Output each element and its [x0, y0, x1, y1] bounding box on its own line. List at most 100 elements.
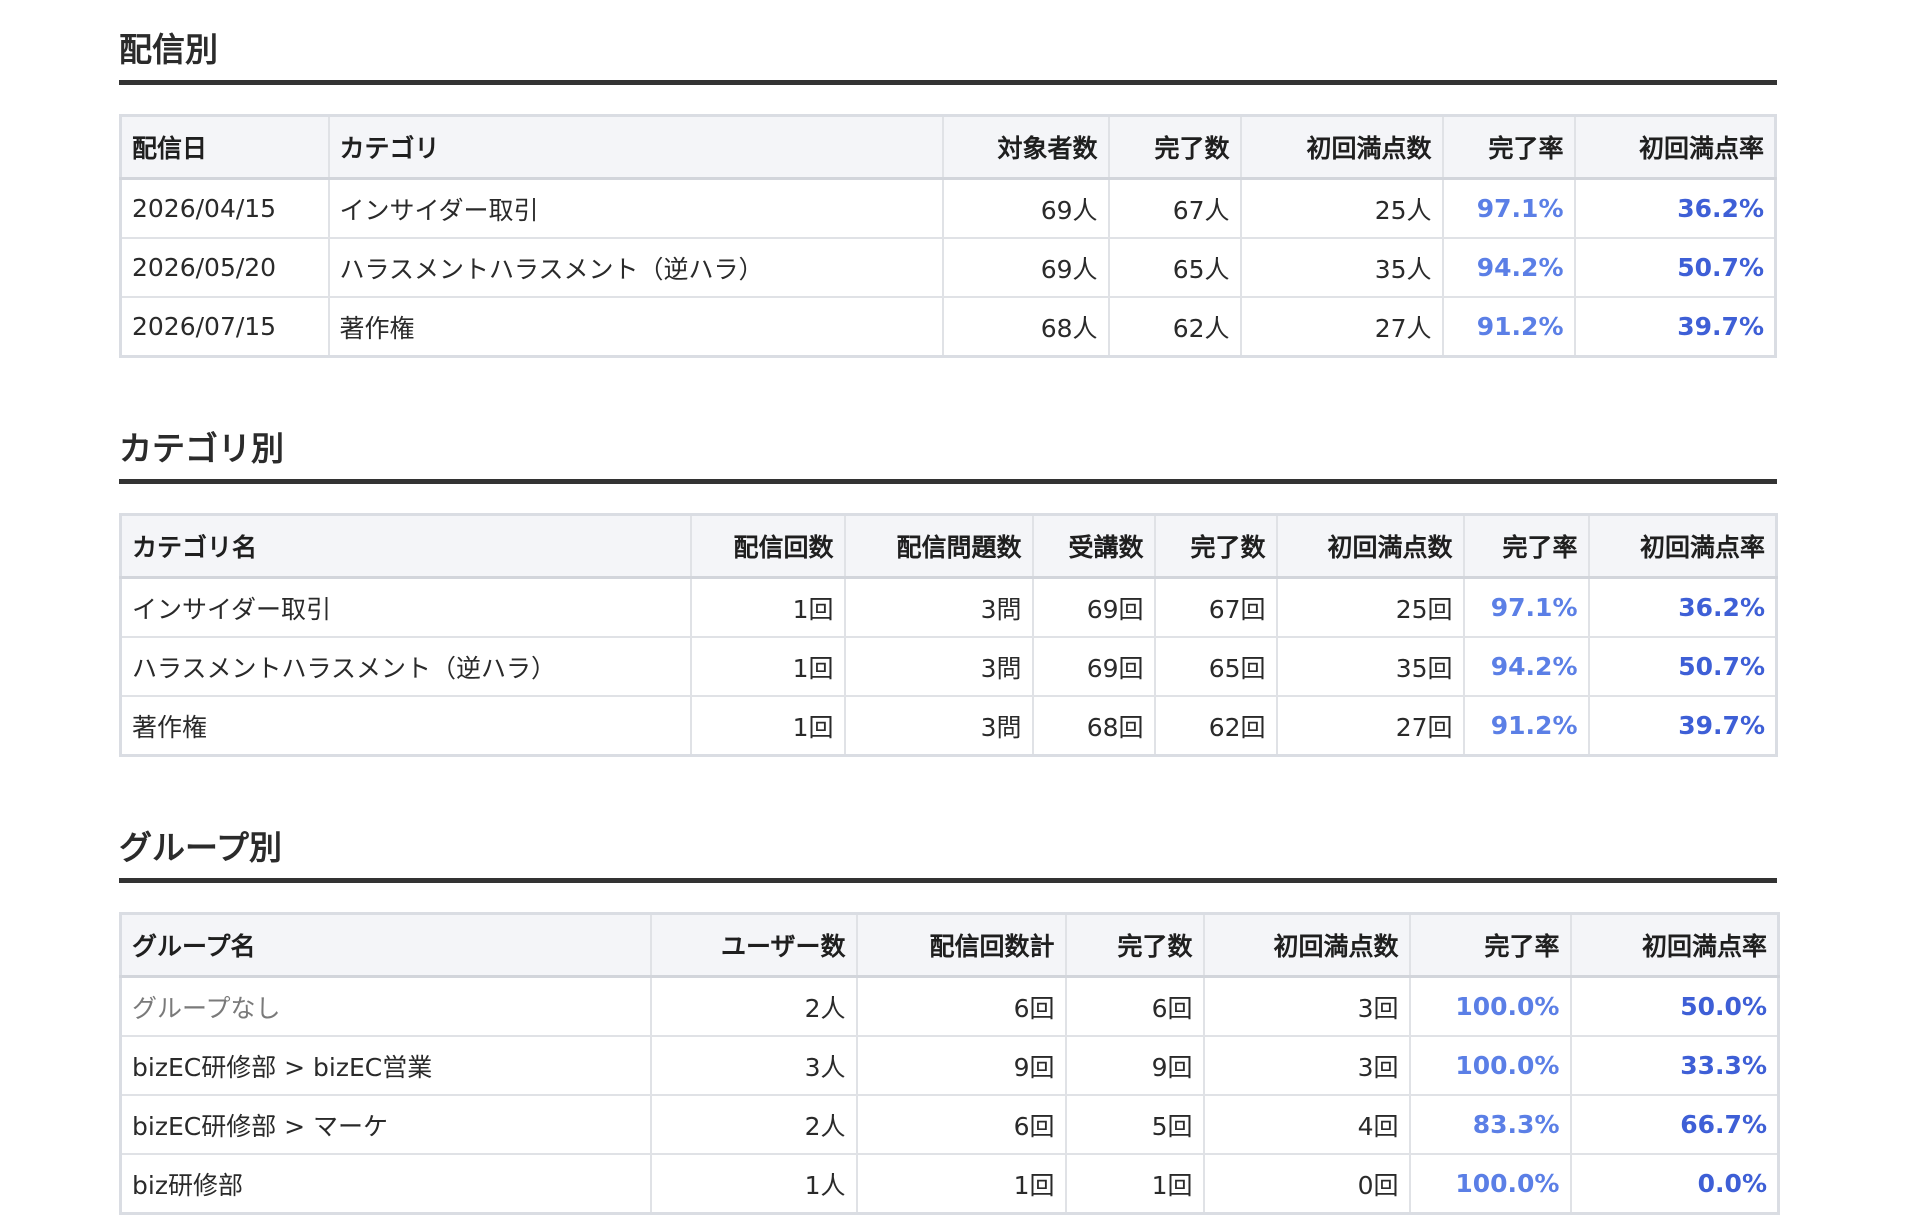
user-count: 2人 — [649, 1094, 858, 1155]
target-count: 69人 — [941, 177, 1110, 239]
table-row: bizEC研修部 > マーケ 2人 6回 5回 4回 83.3% 66.7% — [119, 1094, 1780, 1155]
delivery-total: 1回 — [855, 1153, 1067, 1215]
delivery-count: 1回 — [689, 636, 846, 697]
first-perfect-rate: 36.2% — [1587, 576, 1778, 638]
completion-rate: 91.2% — [1462, 695, 1590, 757]
user-count: 2人 — [649, 975, 858, 1037]
category-name: インサイダー取引 — [327, 177, 944, 239]
first-perfect-count: 25回 — [1275, 576, 1465, 638]
completed-count: 6回 — [1064, 975, 1205, 1037]
column-header[interactable]: 完了数 — [1064, 912, 1205, 978]
table-header-row: 配信日 カテゴリ 対象者数 完了数 初回満点数 完了率 初回満点率 — [119, 114, 1777, 180]
delivery-date: 2026/05/20 — [119, 237, 330, 298]
first-perfect-rate: 50.7% — [1587, 636, 1778, 697]
delivery-total: 9回 — [855, 1035, 1067, 1096]
completion-rate: 100.0% — [1408, 1153, 1572, 1215]
attendance-count: 68回 — [1031, 695, 1156, 757]
first-perfect-rate: 39.7% — [1573, 296, 1777, 358]
completion-rate: 97.1% — [1462, 576, 1590, 638]
section-title-by-delivery: 配信別 — [119, 30, 1777, 85]
table-row: インサイダー取引 1回 3問 69回 67回 25回 97.1% 36.2% — [119, 576, 1778, 638]
column-header[interactable]: 完了率 — [1441, 114, 1576, 180]
section-by-delivery: 配信別 配信日 カテゴリ 対象者数 完了数 初回満点数 完了率 初回満点率 20… — [119, 30, 1777, 358]
column-header[interactable]: 初回満点率 — [1569, 912, 1780, 978]
column-header[interactable]: 完了率 — [1462, 513, 1590, 579]
completed-count: 65人 — [1107, 237, 1242, 298]
question-count: 3問 — [843, 695, 1034, 757]
section-by-category: カテゴリ別 カテゴリ名 配信回数 配信問題数 受講数 完了数 初回満点数 完了率… — [119, 429, 1778, 757]
completion-rate: 94.2% — [1441, 237, 1576, 298]
first-perfect-count: 27人 — [1239, 296, 1444, 358]
category-name: ハラスメントハラスメント（逆ハラ） — [327, 237, 944, 298]
completed-count: 62回 — [1153, 695, 1278, 757]
table-row: 2026/07/15 著作権 68人 62人 27人 91.2% 39.7% — [119, 296, 1777, 358]
first-perfect-count: 4回 — [1202, 1094, 1411, 1155]
table-header-row: グループ名 ユーザー数 配信回数計 完了数 初回満点数 完了率 初回満点率 — [119, 912, 1780, 978]
completed-count: 65回 — [1153, 636, 1278, 697]
column-header[interactable]: 配信日 — [119, 114, 330, 180]
column-header[interactable]: 対象者数 — [941, 114, 1110, 180]
category-table: カテゴリ名 配信回数 配信問題数 受講数 完了数 初回満点数 完了率 初回満点率… — [119, 513, 1778, 757]
group-name: biz研修部 — [119, 1153, 652, 1215]
table-row: 2026/04/15 インサイダー取引 69人 67人 25人 97.1% 36… — [119, 177, 1777, 239]
column-header[interactable]: ユーザー数 — [649, 912, 858, 978]
column-header[interactable]: 初回満点率 — [1587, 513, 1778, 579]
completed-count: 5回 — [1064, 1094, 1205, 1155]
column-header[interactable]: 完了率 — [1408, 912, 1572, 978]
attendance-count: 69回 — [1031, 636, 1156, 697]
column-header[interactable]: 完了数 — [1153, 513, 1278, 579]
first-perfect-count: 25人 — [1239, 177, 1444, 239]
category-name: 著作権 — [119, 695, 692, 757]
column-header[interactable]: 受講数 — [1031, 513, 1156, 579]
completed-count: 67人 — [1107, 177, 1242, 239]
first-perfect-count: 35回 — [1275, 636, 1465, 697]
table-header-row: カテゴリ名 配信回数 配信問題数 受講数 完了数 初回満点数 完了率 初回満点率 — [119, 513, 1778, 579]
column-header[interactable]: カテゴリ — [327, 114, 944, 180]
column-header[interactable]: グループ名 — [119, 912, 652, 978]
first-perfect-count: 3回 — [1202, 975, 1411, 1037]
table-row: 著作権 1回 3問 68回 62回 27回 91.2% 39.7% — [119, 695, 1778, 757]
target-count: 69人 — [941, 237, 1110, 298]
column-header[interactable]: 初回満点数 — [1275, 513, 1465, 579]
table-row: biz研修部 1人 1回 1回 0回 100.0% 0.0% — [119, 1153, 1780, 1215]
user-count: 3人 — [649, 1035, 858, 1096]
column-header[interactable]: 初回満点数 — [1239, 114, 1444, 180]
completion-rate: 100.0% — [1408, 975, 1572, 1037]
delivery-table: 配信日 カテゴリ 対象者数 完了数 初回満点数 完了率 初回満点率 2026/0… — [119, 114, 1777, 358]
category-name: ハラスメントハラスメント（逆ハラ） — [119, 636, 692, 697]
delivery-count: 1回 — [689, 695, 846, 757]
delivery-total: 6回 — [855, 1094, 1067, 1155]
delivery-total: 6回 — [855, 975, 1067, 1037]
completed-count: 1回 — [1064, 1153, 1205, 1215]
section-title-by-group: グループ別 — [119, 828, 1777, 883]
completion-rate: 100.0% — [1408, 1035, 1572, 1096]
first-perfect-count: 3回 — [1202, 1035, 1411, 1096]
column-header[interactable]: 配信回数計 — [855, 912, 1067, 978]
first-perfect-rate: 50.0% — [1569, 975, 1780, 1037]
completion-rate: 83.3% — [1408, 1094, 1572, 1155]
first-perfect-rate: 66.7% — [1569, 1094, 1780, 1155]
table-row: bizEC研修部 > bizEC営業 3人 9回 9回 3回 100.0% 33… — [119, 1035, 1780, 1096]
table-row: グループなし 2人 6回 6回 3回 100.0% 50.0% — [119, 975, 1780, 1037]
column-header[interactable]: カテゴリ名 — [119, 513, 692, 579]
completion-rate: 91.2% — [1441, 296, 1576, 358]
first-perfect-rate: 39.7% — [1587, 695, 1778, 757]
first-perfect-rate: 0.0% — [1569, 1153, 1780, 1215]
group-table: グループ名 ユーザー数 配信回数計 完了数 初回満点数 完了率 初回満点率 グル… — [119, 912, 1780, 1215]
column-header[interactable]: 初回満点率 — [1573, 114, 1777, 180]
delivery-date: 2026/07/15 — [119, 296, 330, 358]
category-name: 著作権 — [327, 296, 944, 358]
first-perfect-rate: 50.7% — [1573, 237, 1777, 298]
completion-rate: 97.1% — [1441, 177, 1576, 239]
completion-rate: 94.2% — [1462, 636, 1590, 697]
table-row: ハラスメントハラスメント（逆ハラ） 1回 3問 69回 65回 35回 94.2… — [119, 636, 1778, 697]
completed-count: 62人 — [1107, 296, 1242, 358]
group-name: bizEC研修部 > マーケ — [119, 1094, 652, 1155]
column-header[interactable]: 配信問題数 — [843, 513, 1034, 579]
column-header[interactable]: 配信回数 — [689, 513, 846, 579]
target-count: 68人 — [941, 296, 1110, 358]
category-name: インサイダー取引 — [119, 576, 692, 638]
column-header[interactable]: 完了数 — [1107, 114, 1242, 180]
question-count: 3問 — [843, 576, 1034, 638]
column-header[interactable]: 初回満点数 — [1202, 912, 1411, 978]
